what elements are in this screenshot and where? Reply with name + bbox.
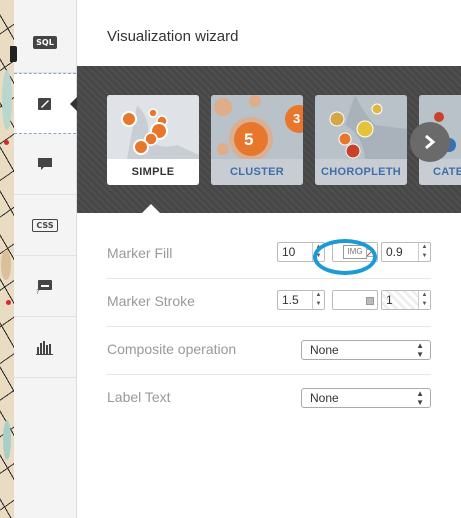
stepper-arrows-icon[interactable]: ▲ ▼ xyxy=(418,291,430,309)
style-card-simple[interactable]: SIMPLE xyxy=(107,95,199,185)
carousel-next-button[interactable] xyxy=(410,122,450,162)
cluster-count-secondary: 3 xyxy=(293,111,301,126)
marker-stroke-label: Marker Stroke xyxy=(107,293,195,309)
stepper-arrows-icon[interactable]: ▲ ▼ xyxy=(418,243,430,261)
label-text-value: None xyxy=(310,391,339,405)
cluster-count: 5 xyxy=(244,130,254,149)
tab-pointer xyxy=(70,97,77,111)
wizard-tab[interactable] xyxy=(14,73,77,134)
composite-operation-label: Composite operation xyxy=(107,341,237,357)
marker-fill-label: Marker Fill xyxy=(107,245,173,261)
map-background[interactable] xyxy=(0,0,14,518)
style-card-label: CATE xyxy=(419,159,461,185)
simple-thumbnail xyxy=(107,95,199,159)
legends-tab[interactable]: ? xyxy=(14,256,76,317)
wizard-panel: Visualization wizard SIMPLE 5 3 CLUSTER … xyxy=(77,0,461,518)
active-indicator xyxy=(10,46,17,62)
cluster-thumbnail xyxy=(211,95,303,159)
svg-text:?: ? xyxy=(36,289,39,294)
css-tab[interactable]: CSS xyxy=(14,195,76,256)
choropleth-thumbnail xyxy=(315,95,407,159)
bar-chart-icon xyxy=(36,341,53,355)
marker-stroke-opacity-stepper[interactable]: 1 ▲ ▼ xyxy=(381,290,431,310)
style-card-label: SIMPLE xyxy=(107,159,199,185)
infowindow-tab[interactable] xyxy=(14,134,76,195)
speech-bubble-icon xyxy=(38,158,52,170)
highlight-annotation-circle xyxy=(313,239,377,275)
css-icon: CSS xyxy=(32,218,58,232)
side-toolbar: SQL CSS ? xyxy=(10,0,77,518)
visualization-type-carousel: SIMPLE 5 3 CLUSTER CHOROPLETH CATE xyxy=(77,66,461,213)
marker-stroke-color-picker[interactable] xyxy=(332,290,378,310)
marker-fill-opacity-stepper[interactable]: 0.9 ▲ ▼ xyxy=(381,242,431,262)
composite-operation-select[interactable]: None ▲ ▼ xyxy=(301,340,431,360)
sql-icon: SQL xyxy=(33,35,57,49)
label-text-label: Label Text xyxy=(107,389,171,405)
row-marker-stroke: Marker Stroke 1.5 ▲ ▼ 1 ▲ ▼ xyxy=(107,279,431,327)
marker-stroke-opacity-value: 1 xyxy=(386,293,393,307)
filters-tab[interactable] xyxy=(14,317,76,378)
select-arrows-icon: ▲ ▼ xyxy=(416,389,424,407)
stepper-arrows-icon[interactable]: ▲ ▼ xyxy=(312,291,324,309)
marker-fill-opacity-value: 0.9 xyxy=(386,245,403,259)
row-marker-fill: Marker Fill 10 ▲ ▼ IMG 0.9 ▲ ▼ xyxy=(107,231,431,279)
style-card-cluster[interactable]: 5 3 CLUSTER xyxy=(211,95,303,185)
marker-stroke-width-stepper[interactable]: 1.5 ▲ ▼ xyxy=(277,290,325,310)
style-card-choropleth[interactable]: CHOROPLETH xyxy=(315,95,407,185)
panel-title: Visualization wizard xyxy=(107,28,239,45)
select-arrows-icon: ▲ ▼ xyxy=(416,341,424,359)
style-card-label: CLUSTER xyxy=(211,159,303,185)
color-swatch-icon xyxy=(366,297,374,305)
row-composite-operation: Composite operation None ▲ ▼ xyxy=(107,327,431,375)
row-label-text: Label Text None ▲ ▼ xyxy=(107,375,431,423)
composite-operation-value: None xyxy=(310,343,339,357)
marker-fill-size-value: 10 xyxy=(282,245,296,259)
style-card-label: CHOROPLETH xyxy=(315,159,407,185)
marker-stroke-width-value: 1.5 xyxy=(282,293,299,307)
chevron-right-icon xyxy=(425,134,436,150)
selected-card-caret xyxy=(142,204,160,213)
legend-icon: ? xyxy=(36,280,52,294)
paintbrush-icon xyxy=(38,97,51,110)
sql-tab[interactable]: SQL xyxy=(10,12,76,73)
label-text-select[interactable]: None ▲ ▼ xyxy=(301,388,431,408)
